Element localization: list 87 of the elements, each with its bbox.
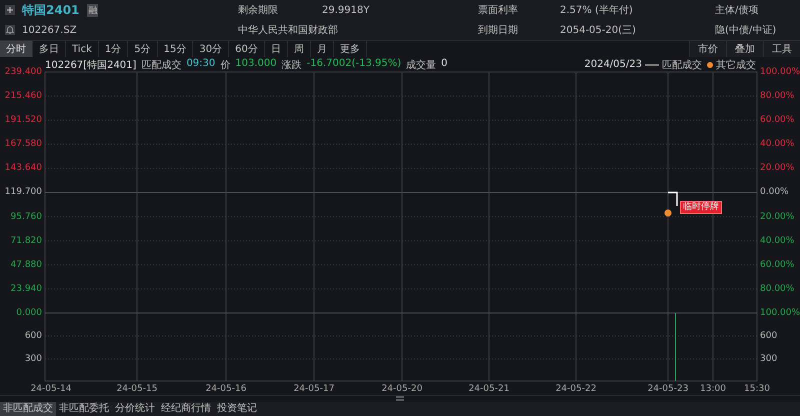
period-tab[interactable]: 1分 — [98, 41, 128, 57]
axis-label: 24-05-16 — [204, 382, 248, 395]
axis-label: 100.00% — [760, 66, 800, 78]
issuer-name: 中华人民共和国财政部 — [238, 24, 338, 37]
axis-label: 143.640 — [4, 162, 42, 174]
period-tab[interactable]: Tick — [66, 41, 99, 57]
tool-button[interactable]: 叠加 — [726, 41, 763, 57]
period-tab[interactable]: 15分 — [158, 41, 194, 57]
bottom-tab[interactable]: 经纪商行情 — [158, 402, 214, 416]
axis-label: 300 — [24, 352, 42, 365]
axis-label: 119.700 — [4, 186, 42, 198]
axis-label: 24-05-23 — [646, 382, 690, 395]
axis-label: 24-05-15 — [116, 382, 158, 395]
period-tab[interactable]: 周 — [288, 41, 311, 57]
axis-label: 60.00% — [760, 114, 794, 126]
axis-label: 215.460 — [4, 90, 42, 102]
tool-button[interactable]: 工具 — [763, 41, 800, 57]
quote-change: -16.7002(-13.95%) — [306, 58, 402, 71]
bottom-tab[interactable]: 分价统计 — [112, 402, 158, 416]
axis-label: 0.000 — [15, 306, 42, 319]
axis-label: 100.00% — [760, 306, 800, 319]
axis-label: 23.940 — [10, 282, 42, 295]
period-tab[interactable]: 60分 — [229, 41, 265, 57]
security-code: 102267.SZ — [22, 24, 77, 36]
quote-volume: 0 — [441, 58, 448, 71]
period-tab[interactable]: 分时 — [0, 41, 33, 57]
period-tab[interactable]: 30分 — [193, 41, 230, 57]
splitter-handle-icon[interactable] — [396, 396, 404, 402]
quote-label: 成交量 — [406, 58, 436, 72]
axis-label: 24-05-14 — [30, 382, 72, 395]
bell-icon[interactable] — [5, 25, 15, 35]
field-label: 票面利率 — [478, 4, 518, 17]
field-label: 剩余期限 — [238, 4, 278, 17]
period-tab[interactable]: 月 — [310, 41, 334, 57]
axis-label: 24-05-17 — [292, 382, 336, 395]
bottom-tab[interactable]: 非匹配成交 — [0, 402, 56, 416]
axis-label: 15:30 — [743, 382, 771, 395]
price-line — [668, 192, 678, 206]
quote-price: 103.000 — [235, 58, 277, 71]
axis-label: 600 — [760, 330, 778, 342]
axis-label: 60.00% — [760, 258, 794, 271]
axis-label: 24-05-20 — [380, 382, 424, 395]
bottom-tab[interactable]: 投资笔记 — [214, 402, 260, 416]
field-label: 到期日期 — [478, 24, 518, 37]
period-tab[interactable]: 更多 — [334, 41, 367, 57]
field-label: 主体/债项 — [715, 4, 758, 17]
period-tab[interactable]: 日 — [264, 41, 288, 57]
bottom-tab[interactable]: 非匹配委托 — [56, 402, 112, 416]
margin-tag: 融 — [87, 4, 98, 16]
axis-label: 71.820 — [10, 234, 42, 247]
axis-label: 0.00% — [760, 186, 789, 198]
dot-legend-icon — [707, 62, 713, 68]
axis-label: 239.400 — [4, 66, 42, 78]
axis-label: 20.00% — [760, 162, 794, 174]
axis-label: 47.880 — [10, 258, 42, 271]
field-value: 隐(中债/中证) — [715, 24, 776, 37]
field-value: 2.57% (半年付) — [560, 4, 633, 17]
trade-dot — [664, 209, 672, 216]
period-tab[interactable]: 5分 — [128, 41, 158, 57]
quote-label: 涨跌 — [282, 58, 302, 72]
quote-time: 09:30 — [186, 58, 216, 71]
axis-label: 300 — [760, 352, 778, 365]
axis-label: 20.00% — [760, 210, 794, 223]
axis-label: 80.00% — [760, 282, 794, 295]
halt-flag: 临时停牌 — [680, 200, 722, 214]
field-value: 2054-05-20(三) — [560, 24, 636, 37]
axis-label: 24-05-22 — [554, 382, 598, 395]
field-value: 29.9918Y — [322, 4, 370, 16]
axis-label: 95.760 — [10, 210, 42, 223]
security-name: 特国2401 — [22, 2, 80, 18]
axis-label: 80.00% — [760, 90, 794, 102]
add-icon[interactable] — [5, 5, 15, 15]
period-tab[interactable]: 多日 — [33, 41, 66, 57]
axis-label: 191.520 — [4, 114, 42, 126]
quote-security: 102267[特国2401] — [45, 58, 136, 72]
quote-label: 匹配成交 — [141, 58, 182, 72]
legend-label: 其它成交 — [716, 58, 756, 72]
axis-label: 167.580 — [4, 138, 42, 150]
axis-label: 13:00 — [699, 382, 727, 395]
legend-label: 匹配成交 — [662, 58, 702, 72]
axis-label: 24-05-21 — [468, 382, 510, 395]
tool-button[interactable]: 市价 — [689, 41, 726, 57]
legend-date: 2024/05/23 — [584, 59, 642, 70]
quote-label: 价 — [220, 58, 230, 72]
axis-label: 600 — [24, 330, 42, 342]
axis-label: 40.00% — [760, 138, 794, 150]
axis-label: 40.00% — [760, 234, 794, 247]
